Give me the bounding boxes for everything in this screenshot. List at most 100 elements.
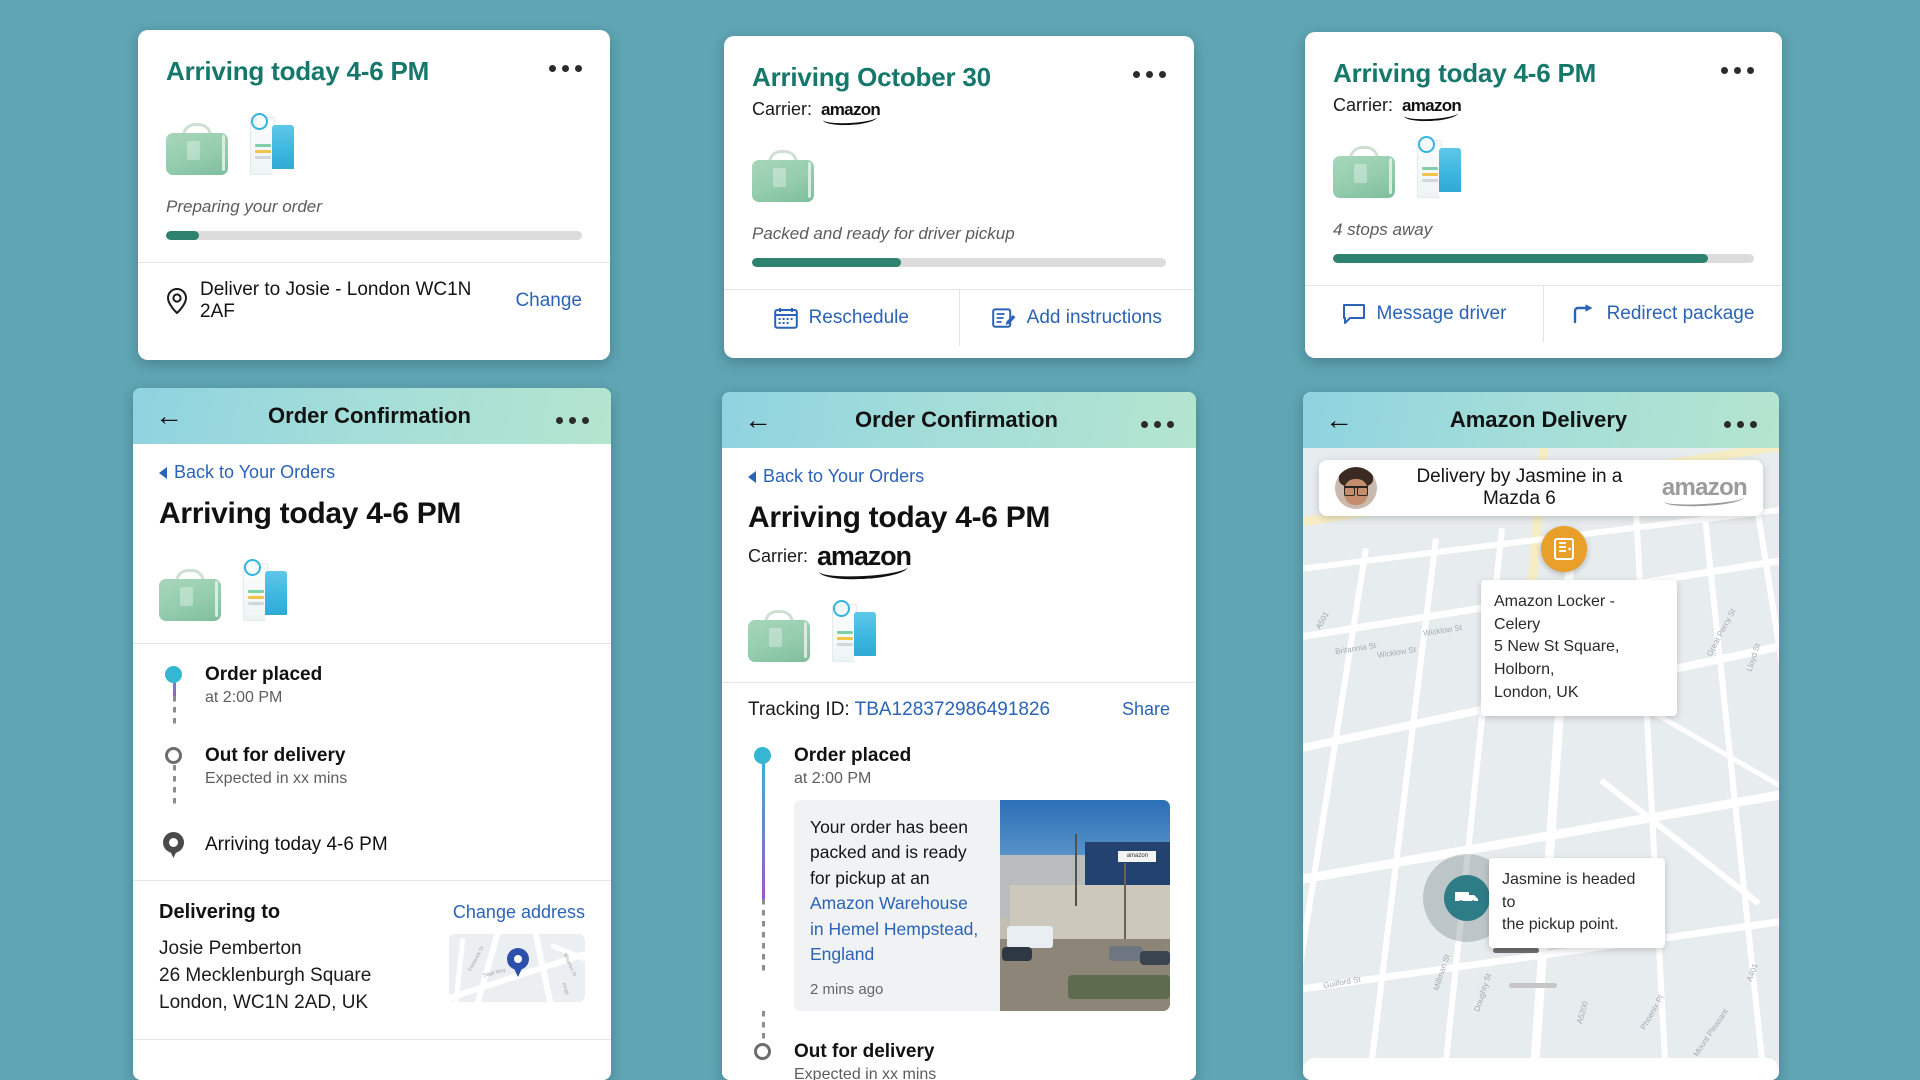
hollow-dot-icon: [754, 1043, 771, 1061]
map-street-label: Lloyd St: [1744, 642, 1763, 673]
more-horizontal-icon[interactable]: [1724, 412, 1757, 428]
sunscreen-set-icon: [250, 113, 294, 176]
chevron-left-icon: [748, 470, 756, 483]
driver-tooltip-line2: the pickup point.: [1502, 916, 1619, 934]
status-card-preparing[interactable]: Arriving today 4-6 PM Preparing your ord…: [138, 30, 610, 360]
packed-progress-fill: [752, 258, 902, 267]
ofd-product-thumbnails: [1333, 130, 1754, 199]
back-arrow-icon[interactable]: ←: [1325, 406, 1353, 434]
back-to-your-orders-link[interactable]: Back to Your Orders: [748, 448, 1170, 493]
timeline-title: Out for delivery: [205, 745, 346, 766]
message-driver-label: Message driver: [1376, 303, 1507, 324]
timeline-subtitle: at 2:00 PM: [205, 689, 283, 706]
address-city: London, WC1N 2AD, UK: [159, 991, 369, 1013]
more-horizontal-icon[interactable]: [549, 56, 582, 72]
notification-message: Your order has been packed and is ready …: [810, 815, 986, 967]
add-instructions-button[interactable]: Add instructions: [958, 290, 1195, 346]
carrier-label: Carrier:: [1333, 95, 1394, 115]
sunscreen-set-icon: [1417, 136, 1461, 199]
packed-header-row: Arriving October 30: [752, 62, 1166, 93]
back-arrow-icon[interactable]: ←: [155, 402, 183, 430]
location-pin-icon: [166, 288, 188, 314]
packed-card-body: Arriving October 30 Carrier: amazon Pack…: [724, 36, 1194, 267]
timeline-item-out-for-delivery: Out for delivery Expected in xx mins: [159, 745, 585, 788]
ofd-progress-bar: [1333, 254, 1754, 263]
toiletry-pouch-icon: [1333, 146, 1395, 198]
panel-order-confirmation-left[interactable]: ← Order Confirmation Back to Your Orders…: [133, 388, 611, 1080]
carrier-label: Carrier:: [752, 99, 813, 119]
toiletry-pouch-icon: [159, 569, 221, 621]
reschedule-button[interactable]: Reschedule: [724, 290, 959, 346]
timeline-item-arriving: Arriving today 4-6 PM: [159, 832, 585, 858]
delivering-to-section: Delivering to Change address Josie Pembe…: [133, 881, 611, 1017]
chat-bubble-icon: [1342, 303, 1366, 325]
delivery-map[interactable]: A501 Britannia St Wicklow St Wicklow St …: [1303, 448, 1779, 1080]
hollow-dot-icon: [165, 747, 182, 764]
order-timeline: Order placed at 2:00 PM Out for delivery…: [159, 644, 585, 864]
toiletry-pouch-icon: [752, 150, 814, 202]
notification-text-before: Your order has been packed and is ready …: [810, 817, 968, 888]
more-horizontal-icon[interactable]: [556, 408, 589, 424]
map-location-pin-icon: [507, 948, 529, 978]
preparing-title: Arriving today 4-6 PM: [166, 56, 430, 86]
back-to-your-orders-link[interactable]: Back to Your Orders: [159, 444, 585, 489]
more-horizontal-icon[interactable]: [1721, 58, 1754, 74]
redirect-package-button[interactable]: Redirect package: [1543, 286, 1782, 342]
driver-info-card[interactable]: Delivery by Jasmine in a Mazda 6 amazon: [1319, 460, 1763, 516]
amazon-logo-icon: amazon: [821, 101, 881, 126]
preparing-header-row: Arriving today 4-6 PM: [166, 56, 582, 87]
delivery-address: Josie Pemberton 26 Mecklenburgh Square L…: [159, 936, 371, 1017]
change-address-link[interactable]: Change address: [453, 902, 585, 923]
delivery-van-icon[interactable]: [1444, 875, 1490, 921]
preparing-card-body: Arriving today 4-6 PM Preparing your ord…: [138, 30, 610, 240]
preparing-progress-fill: [166, 231, 200, 240]
packed-notification-card[interactable]: Your order has been packed and is ready …: [794, 800, 1170, 1012]
deliver-to-row[interactable]: Deliver to Josie - London WC1N 2AF Chang…: [138, 262, 610, 339]
packed-product-thumbnails: [752, 134, 1166, 202]
tracking-id-group: Tracking ID: TBA128372986491826: [748, 699, 1050, 721]
status-card-packed[interactable]: Arriving October 30 Carrier: amazon Pack…: [724, 36, 1194, 358]
panel-amazon-delivery[interactable]: ← Amazon Delivery A501 Britannia St Wick…: [1303, 392, 1779, 1080]
more-horizontal-icon[interactable]: [1141, 412, 1174, 428]
map-street-label: Britannia St: [1334, 640, 1377, 657]
panel-order-confirmation-middle[interactable]: ← Order Confirmation Back to Your Orders…: [722, 392, 1196, 1080]
more-horizontal-icon[interactable]: [1133, 62, 1166, 78]
back-link-label: Back to Your Orders: [174, 462, 336, 482]
map-street-label: A401: [1744, 962, 1760, 983]
packed-progress-bar: [752, 258, 1166, 267]
amazon-warehouse-photo: amazon: [1000, 800, 1170, 1012]
middle-panel-heading: Arriving today 4-6 PM: [748, 501, 1051, 534]
map-handle: [1493, 948, 1539, 953]
page-title: Order Confirmation: [268, 403, 471, 428]
page-title: Amazon Delivery: [1449, 407, 1628, 432]
map-street-label: Kings: [560, 982, 571, 996]
map-street-label: Wicklow St: [1422, 622, 1463, 639]
ofd-progress-fill: [1333, 254, 1708, 263]
driver-avatar: [1335, 467, 1377, 509]
map-street-label: Wicklow St: [1376, 644, 1417, 661]
ofd-title: Arriving today 4-6 PM: [1333, 58, 1597, 88]
calendar-icon: [773, 307, 798, 329]
status-card-out-for-delivery[interactable]: Arriving today 4-6 PM Carrier: amazon 4 …: [1305, 32, 1782, 358]
address-street: 26 Mecklenburgh Square: [159, 964, 372, 986]
locker-icon[interactable]: [1541, 526, 1587, 572]
map-street-label: Mount Pleasant: [1691, 1006, 1731, 1059]
tracking-label: Tracking ID:: [748, 699, 850, 720]
packed-title: Arriving October 30: [752, 62, 991, 92]
carrier-label: Carrier:: [748, 546, 809, 566]
bottom-sheet[interactable]: [1303, 1058, 1779, 1080]
message-driver-button[interactable]: Message driver: [1305, 286, 1543, 342]
warehouse-link[interactable]: Amazon Warehouse in Hemel Hempstead, Eng…: [810, 893, 978, 964]
order-timeline: Order placed at 2:00 PM Your order has b…: [748, 725, 1170, 1080]
amazon-logo-icon: amazon: [1402, 97, 1462, 122]
map-street-label: Frederick St: [467, 945, 486, 973]
back-arrow-icon[interactable]: ←: [744, 406, 772, 434]
tracking-id-value[interactable]: TBA128372986491826: [855, 699, 1050, 720]
filled-dot-icon: [165, 666, 182, 683]
change-address-link[interactable]: Change: [515, 290, 582, 312]
share-tracking-link[interactable]: Share: [1122, 699, 1170, 720]
map-thumbnail[interactable]: Frederick St Sage Way Wharton St Kings: [449, 934, 585, 1002]
toiletry-pouch-icon: [748, 610, 810, 662]
timeline-title: Arriving today 4-6 PM: [205, 834, 388, 855]
tracking-row: Tracking ID: TBA128372986491826 Share: [748, 683, 1170, 725]
